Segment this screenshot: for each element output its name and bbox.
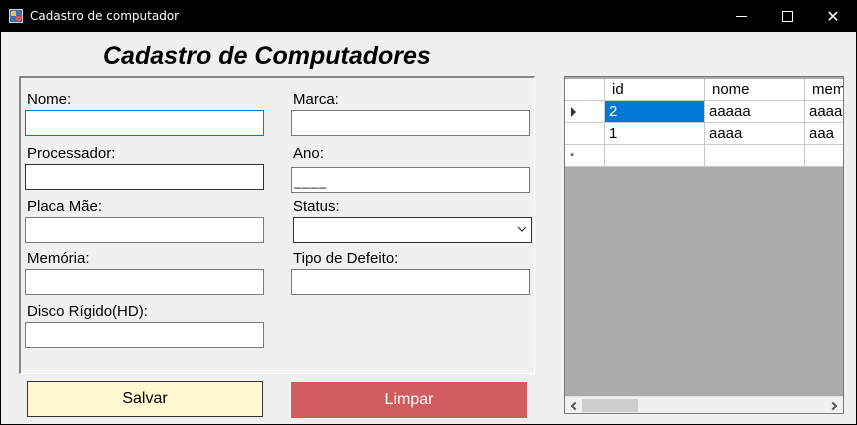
memoria-label: Memória: xyxy=(27,250,90,267)
table-row[interactable]: 2 aaaaa aaaa xyxy=(565,101,843,123)
ano-label: Ano: xyxy=(293,145,324,162)
column-header-mem[interactable]: mem xyxy=(805,79,843,101)
nome-input[interactable] xyxy=(25,110,264,136)
column-header-id[interactable]: id xyxy=(605,79,705,101)
clear-button[interactable]: Limpar xyxy=(291,382,527,418)
placa-mae-input[interactable] xyxy=(25,217,264,243)
page-title: Cadastro de Computadores xyxy=(103,42,431,70)
form-panel: Nome: Processador: Placa Mãe: Memória: D… xyxy=(19,76,535,374)
scroll-right-button[interactable] xyxy=(826,397,843,413)
app-icon xyxy=(9,9,23,23)
maximize-icon xyxy=(781,10,793,22)
processador-label: Processador: xyxy=(27,145,116,162)
maximize-button[interactable] xyxy=(764,0,810,32)
placa-mae-label: Placa Mãe: xyxy=(27,198,103,215)
table-row[interactable]: 1 aaaa aaa xyxy=(565,123,843,145)
new-cell-id[interactable] xyxy=(605,145,705,167)
chevron-left-icon xyxy=(570,401,580,410)
tipo-defeito-label: Tipo de Defeito: xyxy=(293,250,399,267)
column-header-nome[interactable]: nome xyxy=(705,79,805,101)
cell-nome[interactable]: aaaaa xyxy=(705,101,805,123)
nome-label: Nome: xyxy=(27,91,72,108)
row-header[interactable] xyxy=(565,101,605,123)
new-cell-nome[interactable] xyxy=(705,145,805,167)
scroll-left-button[interactable] xyxy=(565,397,582,413)
cell-mem[interactable]: aaaa xyxy=(805,101,843,123)
chevron-right-icon xyxy=(828,401,838,410)
tipo-defeito-input[interactable] xyxy=(291,269,530,295)
horizontal-scrollbar[interactable] xyxy=(565,396,843,413)
memoria-input[interactable] xyxy=(25,269,264,295)
disco-label: Disco Rígido(HD): xyxy=(27,303,148,320)
new-row-marker: * xyxy=(570,151,575,163)
scrollbar-thumb[interactable] xyxy=(582,399,638,412)
ano-mask: ____ xyxy=(294,174,327,189)
processador-input[interactable] xyxy=(25,164,264,190)
row-header[interactable]: * xyxy=(565,145,605,167)
marca-input[interactable] xyxy=(291,110,530,136)
close-button[interactable]: ✕ xyxy=(810,0,856,32)
form-client-area: Cadastro de Computadores Nome: Processad… xyxy=(1,32,856,424)
row-header[interactable] xyxy=(565,123,605,145)
window-title: Cadastro de computador xyxy=(30,9,180,23)
cell-nome[interactable]: aaaa xyxy=(705,123,805,145)
grid-header-row: id nome mem xyxy=(565,79,843,101)
cell-id[interactable]: 1 xyxy=(605,123,705,145)
computers-data-grid[interactable]: id nome mem 2 aaaaa aaaa 1 aaaa aaa * xyxy=(564,76,844,414)
new-cell-mem[interactable] xyxy=(805,145,843,167)
status-select[interactable] xyxy=(293,217,532,243)
cell-mem[interactable]: aaa xyxy=(805,123,843,145)
close-icon: ✕ xyxy=(826,6,840,26)
minimize-button[interactable] xyxy=(718,0,764,32)
grid-corner-header[interactable] xyxy=(565,79,605,101)
save-button[interactable]: Salvar xyxy=(27,381,263,417)
cell-id[interactable]: 2 xyxy=(605,101,705,123)
chevron-down-icon xyxy=(517,226,527,232)
disco-input[interactable] xyxy=(25,322,264,348)
marca-label: Marca: xyxy=(293,91,339,108)
minimize-icon xyxy=(735,15,747,17)
arrow-right-icon xyxy=(571,107,576,117)
status-label: Status: xyxy=(293,198,340,215)
new-row[interactable]: * xyxy=(565,145,843,167)
ano-masked-input[interactable]: ____ xyxy=(291,167,530,193)
title-bar: Cadastro de computador ✕ xyxy=(0,0,857,32)
